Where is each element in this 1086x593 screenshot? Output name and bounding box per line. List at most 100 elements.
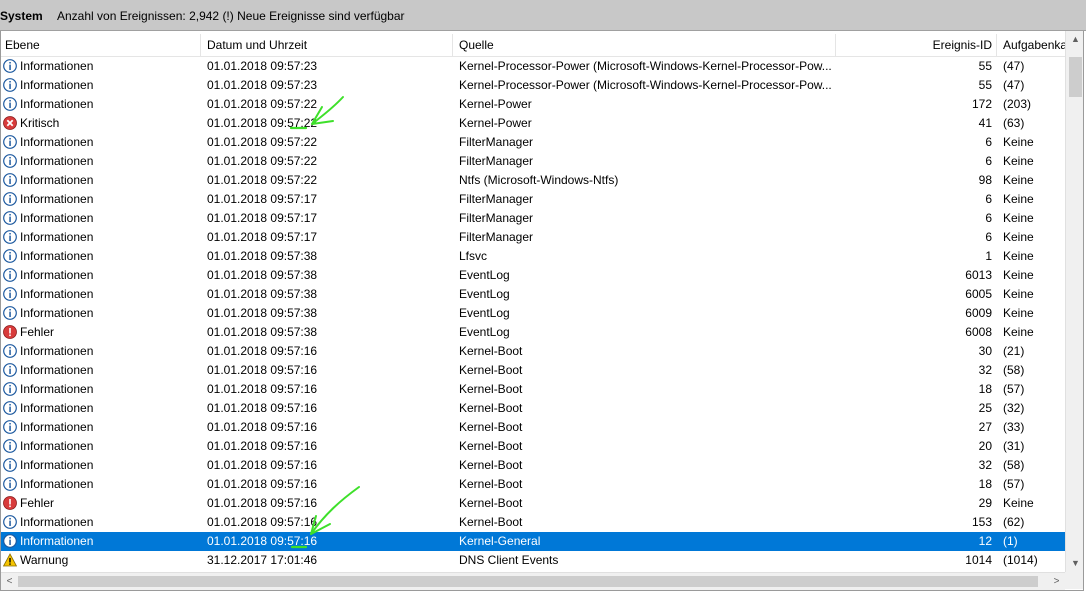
date-cell: 01.01.2018 09:57:16	[207, 401, 318, 415]
table-row[interactable]: Warnung 31.12.2017 17:01:46 DNS Client Eve…	[1, 551, 1065, 570]
table-row[interactable]: Informationen 01.01.2018 09:57:16 Kernel-B…	[1, 437, 1065, 456]
source-cell: Kernel-Boot	[459, 382, 523, 396]
info-icon	[3, 515, 17, 529]
source-cell: Kernel-Boot	[459, 439, 523, 453]
task-category-cell: (31)	[1003, 439, 1025, 453]
task-category-cell: Keine	[1003, 249, 1034, 263]
table-row[interactable]: Informationen 01.01.2018 09:57:38 EventLog…	[1, 285, 1065, 304]
event-id-cell: 18	[978, 477, 992, 491]
table-row[interactable]: Informationen 01.01.2018 09:57:22 Ntfs (Mi…	[1, 171, 1065, 190]
event-id-cell: 25	[978, 401, 992, 415]
table-row[interactable]: Informationen 01.01.2018 09:57:16 Kernel-B…	[1, 513, 1065, 532]
level-label: Informationen	[20, 458, 94, 472]
task-category-cell: (47)	[1003, 59, 1025, 73]
source-cell: Kernel-Power	[459, 116, 532, 130]
task-category-cell: (203)	[1003, 97, 1032, 111]
table-row[interactable]: Informationen 01.01.2018 09:57:16 Kernel-B…	[1, 342, 1065, 361]
level-cell: Fehler	[3, 494, 199, 513]
table-row[interactable]: Informationen 01.01.2018 09:57:38 Lfsvc 1 Ke…	[1, 247, 1065, 266]
table-row[interactable]: Informationen 01.01.2018 09:57:38 EventLog…	[1, 266, 1065, 285]
level-cell: Informationen	[3, 57, 199, 76]
date-cell: 01.01.2018 09:57:16	[207, 458, 318, 472]
date-cell: 01.01.2018 09:57:16	[207, 344, 318, 358]
level-cell: Informationen	[3, 304, 199, 323]
column-header-level[interactable]: Ebene	[1, 34, 201, 56]
source-cell: Kernel-Boot	[459, 477, 523, 491]
table-row[interactable]: Informationen 01.01.2018 09:57:22 Kernel-P…	[1, 95, 1065, 114]
event-id-cell: 55	[978, 78, 992, 92]
table-row-selected[interactable]: Informationen 01.01.2018 09:57:16 Kernel-G…	[1, 532, 1065, 551]
date-cell: 01.01.2018 09:57:22	[207, 173, 318, 187]
level-cell: Informationen	[3, 380, 199, 399]
date-cell: 01.01.2018 09:57:17	[207, 230, 318, 244]
table-row[interactable]: Informationen 01.01.2018 09:57:17 FilterMa…	[1, 190, 1065, 209]
task-category-cell: (63)	[1003, 116, 1025, 130]
date-cell: 01.01.2018 09:57:16	[207, 515, 318, 529]
horizontal-scrollbar[interactable]: < >	[1, 572, 1065, 590]
event-id-cell: 29	[978, 496, 992, 510]
table-row[interactable]: Fehler 01.01.2018 09:57:38 EventLog 6008 Kei…	[1, 323, 1065, 342]
table-row[interactable]: Informationen 01.01.2018 09:57:22 FilterMa…	[1, 152, 1065, 171]
table-row[interactable]: Informationen 01.01.2018 09:57:23 Kernel-P…	[1, 57, 1065, 76]
table-row[interactable]: Informationen 01.01.2018 09:57:16 Kernel-B…	[1, 456, 1065, 475]
scroll-left-icon[interactable]: <	[1, 573, 18, 590]
event-id-cell: 6005	[965, 287, 992, 301]
table-row[interactable]: Fehler 01.01.2018 09:57:16 Kernel-Boot 29 Ke…	[1, 494, 1065, 513]
info-icon	[3, 401, 17, 415]
date-cell: 01.01.2018 09:57:16	[207, 439, 318, 453]
level-label: Informationen	[20, 287, 94, 301]
event-id-cell: 98	[978, 173, 992, 187]
table-row[interactable]: Informationen 01.01.2018 09:57:16 Kernel-B…	[1, 475, 1065, 494]
scroll-up-icon[interactable]: ▲	[1066, 31, 1083, 48]
source-cell: EventLog	[459, 268, 510, 282]
table-row[interactable]: Informationen 01.01.2018 09:57:16 Kernel-B…	[1, 361, 1065, 380]
table-row[interactable]: Kritisch 01.01.2018 09:57:22 Kernel-Power 4…	[1, 114, 1065, 133]
task-category-cell: (32)	[1003, 401, 1025, 415]
date-cell: 01.01.2018 09:57:16	[207, 534, 318, 548]
info-icon	[3, 439, 17, 453]
horizontal-scroll-thumb[interactable]	[18, 576, 1038, 587]
table-row[interactable]: Informationen 01.01.2018 09:57:16 Kernel-B…	[1, 399, 1065, 418]
vertical-scroll-thumb[interactable]	[1069, 57, 1082, 97]
date-cell: 01.01.2018 09:57:17	[207, 192, 318, 206]
source-cell: Kernel-Boot	[459, 344, 523, 358]
table-row[interactable]: Informationen 01.01.2018 09:57:16 Kernel-B…	[1, 418, 1065, 437]
date-cell: 01.01.2018 09:57:22	[207, 116, 318, 130]
level-label: Informationen	[20, 306, 94, 320]
level-label: Informationen	[20, 249, 94, 263]
level-label: Informationen	[20, 439, 94, 453]
scroll-right-icon[interactable]: >	[1048, 573, 1065, 590]
column-header-task-category[interactable]: Aufgabenka	[997, 34, 1065, 56]
table-row[interactable]: Informationen 01.01.2018 09:57:17 FilterMa…	[1, 209, 1065, 228]
date-cell: 01.01.2018 09:57:16	[207, 382, 318, 396]
level-cell: Informationen	[3, 361, 199, 380]
table-row[interactable]: Informationen 01.01.2018 09:57:16 Kernel-B…	[1, 380, 1065, 399]
column-header-source[interactable]: Quelle	[453, 34, 836, 56]
level-cell: Informationen	[3, 437, 199, 456]
task-category-cell: Keine	[1003, 325, 1034, 339]
scrollbar-corner	[1065, 572, 1083, 589]
table-row[interactable]: Informationen 01.01.2018 09:57:38 EventLog…	[1, 304, 1065, 323]
source-cell: EventLog	[459, 306, 510, 320]
level-cell: Informationen	[3, 456, 199, 475]
task-category-cell: (1)	[1003, 534, 1018, 548]
column-header-event-id[interactable]: Ereignis-ID	[836, 34, 997, 56]
table-row[interactable]: Informationen 01.01.2018 09:57:17 FilterMa…	[1, 228, 1065, 247]
column-header-date[interactable]: Datum und Uhrzeit	[201, 34, 453, 56]
info-icon	[3, 477, 17, 491]
task-category-cell: Keine	[1003, 287, 1034, 301]
date-cell: 01.01.2018 09:57:16	[207, 477, 318, 491]
date-cell: 01.01.2018 09:57:22	[207, 97, 318, 111]
level-cell: Informationen	[3, 152, 199, 171]
event-id-cell: 12	[978, 534, 992, 548]
event-count-info[interactable]: Anzahl von Ereignissen: 2,942 (!) Neue E…	[57, 9, 405, 23]
table-row[interactable]: Informationen 01.01.2018 09:57:23 Kernel-P…	[1, 76, 1065, 95]
scroll-down-icon[interactable]: ▼	[1066, 555, 1083, 572]
info-icon	[3, 173, 17, 187]
event-id-cell: 32	[978, 363, 992, 377]
event-id-cell: 6	[985, 154, 992, 168]
event-id-cell: 30	[978, 344, 992, 358]
table-row[interactable]: Informationen 01.01.2018 09:57:22 FilterMa…	[1, 133, 1065, 152]
vertical-scrollbar[interactable]: ▲ ▼	[1065, 31, 1083, 572]
source-cell: Kernel-Boot	[459, 401, 523, 415]
